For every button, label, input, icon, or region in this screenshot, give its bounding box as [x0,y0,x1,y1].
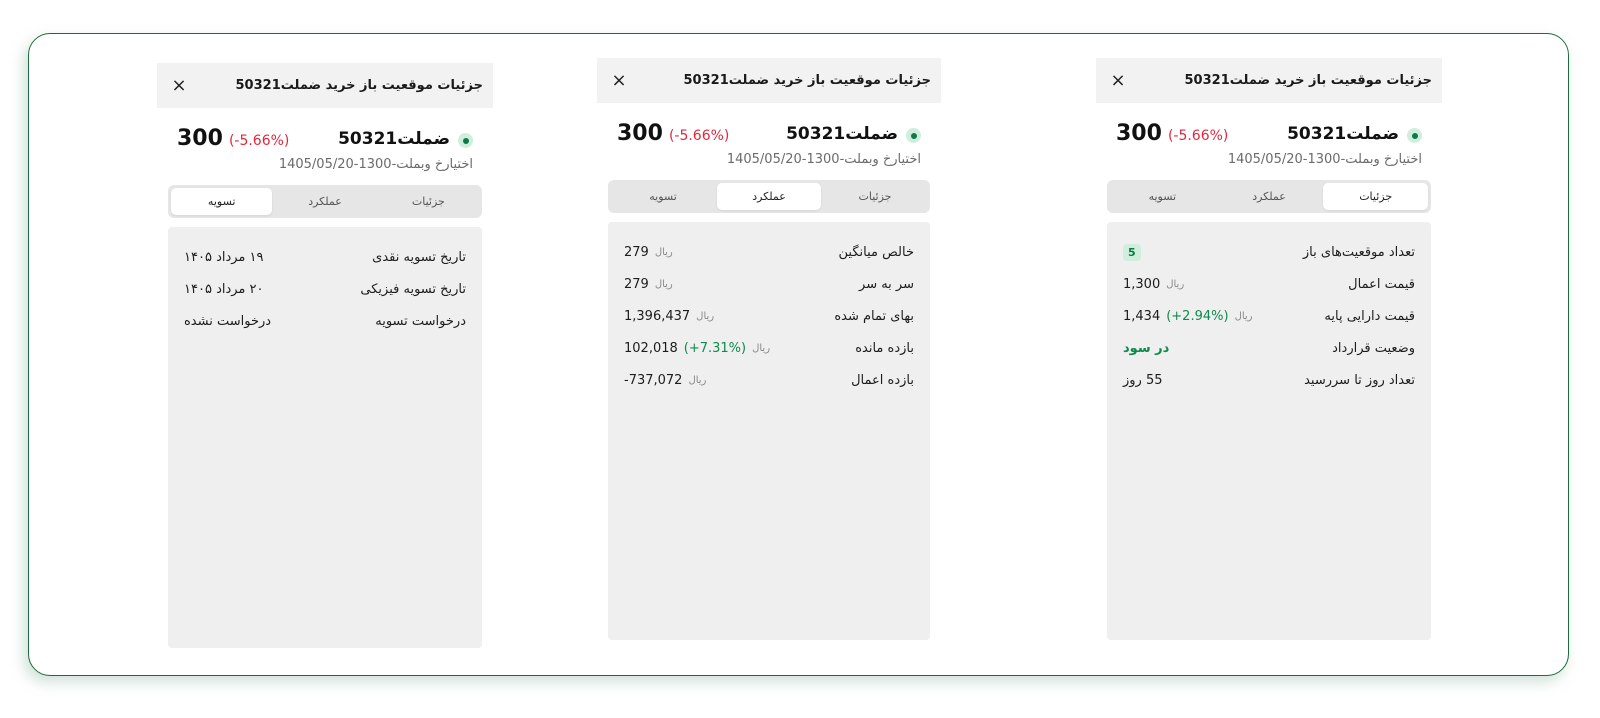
currency-unit: ریال [688,374,707,386]
row-label: قیمت دارایی پایه [1324,308,1415,324]
currency-unit: ریال [696,310,715,322]
currency-unit: ریال [654,278,673,290]
panel-titlebar: جزئیات موقعیت باز خرید ضملت50321 × [597,58,941,103]
row-value: 1,300 [1123,276,1161,292]
list-item: سر به سر 279 ریال [624,268,914,300]
price-change: (-5.66%) [1167,128,1229,144]
row-label: تاریخ تسویه فیزیکی [360,281,466,297]
row-value: -737,072 [624,372,683,388]
status-dot-icon [1407,128,1422,143]
position-panel-details: جزئیات موقعیت باز خرید ضملت50321 × ضملت5… [1096,58,1442,640]
tab-bar: جزئیات عملکرد تسویه [1107,180,1431,213]
instrument-symbol: ضملت50321 [1287,123,1399,144]
panel-titlebar: جزئیات موقعیت باز خرید ضملت50321 × [1096,58,1442,103]
details-content: تعداد موقعیت‌های باز 5 قیمت اعمال 1,300 … [1107,222,1431,640]
list-item: تاریخ تسویه نقدی ۱۹ مرداد ۱۴۰۵ [184,241,466,273]
open-positions-badge: 5 [1123,243,1141,261]
tab-bar: جزئیات عملکرد تسویه [168,185,482,218]
row-label: درخواست تسویه [375,313,466,329]
list-item: تعداد موقعیت‌های باز 5 [1123,236,1415,268]
list-item: بهای تمام شده 1,396,437 ریال [624,300,914,332]
row-percent: (+7.31%) [683,340,747,356]
tab-performance[interactable]: عملکرد [717,183,821,210]
tab-performance[interactable]: عملکرد [1217,183,1322,210]
instrument-header: ضملت50321 300 (-5.66%) اختیارخ وبملت-130… [597,103,941,167]
price-change: (-5.66%) [228,133,290,149]
panel-titlebar: جزئیات موقعیت باز خرید ضملت50321 × [157,63,493,108]
list-item: قیمت اعمال 1,300 ریال [1123,268,1415,300]
row-value: 55 روز [1123,372,1163,388]
tab-settlement[interactable]: تسویه [1110,183,1215,210]
last-price: 300 [177,126,223,151]
row-label: تاریخ تسویه نقدی [372,249,466,265]
close-icon[interactable]: × [1108,71,1128,90]
close-icon[interactable]: × [609,71,629,90]
list-item: خالص میانگین 279 ریال [624,236,914,268]
last-price: 300 [617,121,663,146]
currency-unit: ریال [654,246,673,258]
instrument-description: اختیارخ وبملت-1300-1405/05/20 [726,152,921,167]
row-value: 279 [624,276,649,292]
tab-settlement[interactable]: تسویه [611,183,715,210]
instrument-header: ضملت50321 300 (-5.66%) اختیارخ وبملت-130… [1096,103,1442,167]
list-item: وضعیت قرارداد در سود [1123,332,1415,364]
instrument-symbol: ضملت50321 [786,123,898,144]
performance-content: خالص میانگین 279 ریال سر به سر 279 ریال … [608,222,930,640]
position-panel-performance: جزئیات موقعیت باز خرید ضملت50321 × ضملت5… [597,58,941,640]
price-change: (-5.66%) [668,128,730,144]
settlement-content: تاریخ تسویه نقدی ۱۹ مرداد ۱۴۰۵ تاریخ تسو… [168,227,482,648]
panel-title: جزئیات موقعیت باز خرید ضملت50321 [235,78,483,93]
row-value: ۱۹ مرداد ۱۴۰۵ [184,249,264,265]
list-item: قیمت دارایی پایه 1,434 (+2.94%) ریال [1123,300,1415,332]
row-value: 1,434 [1123,308,1161,324]
currency-unit: ریال [1234,310,1253,322]
instrument-symbol: ضملت50321 [338,128,450,149]
currency-unit: ریال [752,342,771,354]
last-price: 300 [1116,121,1162,146]
row-value: 279 [624,244,649,260]
row-label: بازده مانده [855,340,914,356]
row-value: ۲۰ مرداد ۱۴۰۵ [184,281,264,297]
row-label: خالص میانگین [838,244,914,260]
row-label: بازده اعمال [851,372,914,388]
panel-title: جزئیات موقعیت باز خرید ضملت50321 [683,73,931,88]
status-dot-icon [906,128,921,143]
tab-settlement[interactable]: تسویه [171,188,273,215]
row-label: وضعیت قرارداد [1332,340,1415,356]
tab-details[interactable]: جزئیات [823,183,927,210]
list-item: تاریخ تسویه فیزیکی ۲۰ مرداد ۱۴۰۵ [184,273,466,305]
list-item: بازده اعمال -737,072 ریال [624,364,914,396]
row-value: 1,396,437 [624,308,691,324]
close-icon[interactable]: × [169,76,189,95]
row-label: تعداد موقعیت‌های باز [1302,244,1415,260]
tab-details[interactable]: جزئیات [1323,183,1428,210]
position-panel-settlement: جزئیات موقعیت باز خرید ضملت50321 × ضملت5… [157,63,493,648]
row-label: قیمت اعمال [1348,276,1415,292]
status-dot-icon [458,133,473,148]
currency-unit: ریال [1166,278,1185,290]
panel-title: جزئیات موقعیت باز خرید ضملت50321 [1184,73,1432,88]
list-item: بازده مانده 102,018 (+7.31%) ریال [624,332,914,364]
tab-details[interactable]: جزئیات [378,188,479,215]
row-value: درخواست نشده [184,313,272,329]
instrument-header: ضملت50321 300 (-5.66%) اختیارخ وبملت-130… [157,108,493,172]
list-item: درخواست تسویه درخواست نشده [184,305,466,337]
contract-status: در سود [1123,340,1170,356]
tab-performance[interactable]: عملکرد [274,188,375,215]
row-label: سر به سر [859,276,914,292]
row-label: تعداد روز تا سررسید [1304,372,1415,388]
tab-bar: جزئیات عملکرد تسویه [608,180,930,213]
row-value: 102,018 [624,340,678,356]
list-item: تعداد روز تا سررسید 55 روز [1123,364,1415,396]
instrument-description: اختیارخ وبملت-1300-1405/05/20 [1227,152,1422,167]
instrument-description: اختیارخ وبملت-1300-1405/05/20 [278,157,473,172]
row-label: بهای تمام شده [834,308,914,324]
row-percent: (+2.94%) [1166,308,1229,324]
